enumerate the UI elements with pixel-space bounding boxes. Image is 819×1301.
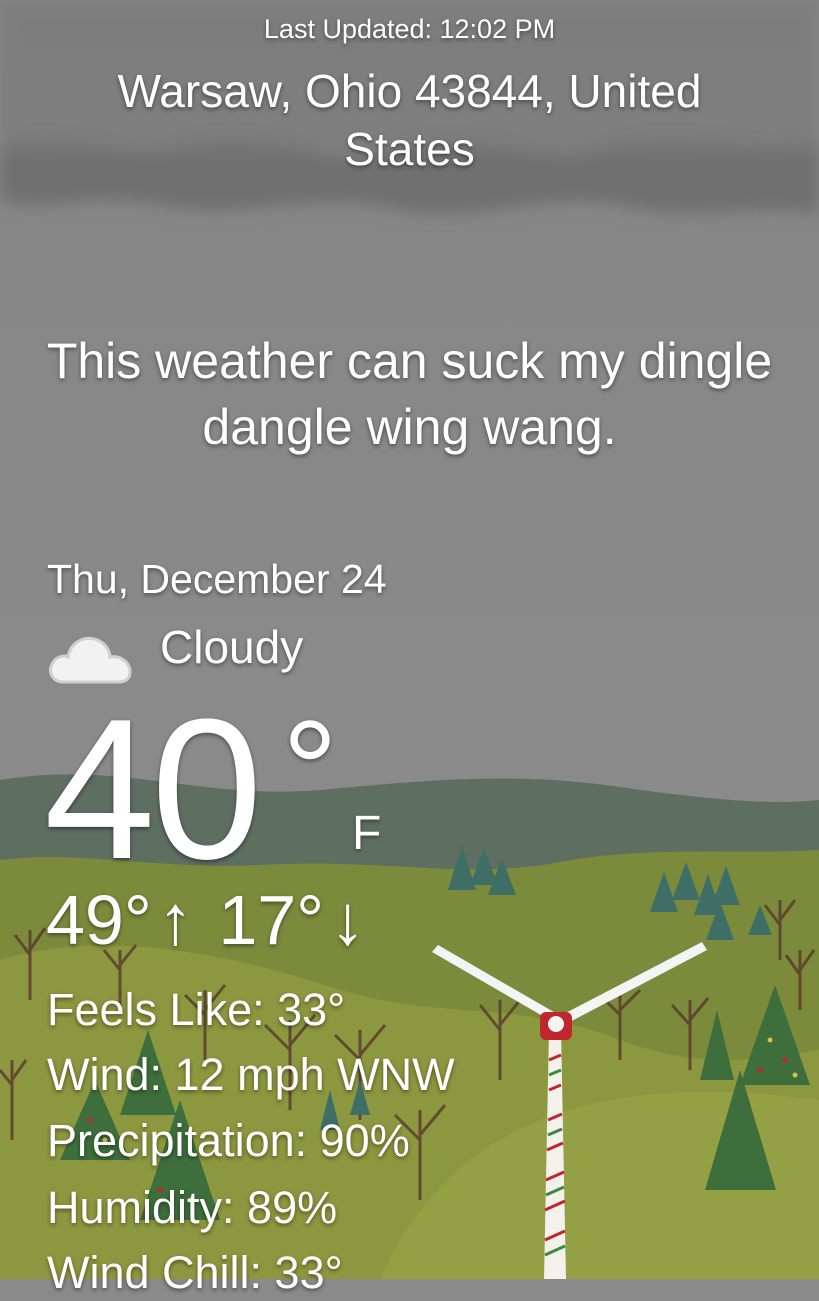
current-date: Thu, December 24 [47,556,387,602]
temperature-unit: F [352,807,382,860]
temperature-degree-symbol: ° [282,691,338,848]
low-temperature: 17° [218,881,325,959]
wind-text: Wind: 12 mph WNW [47,1049,455,1100]
weather-message: This weather can suck my dingle dangle w… [46,333,773,455]
high-temperature: 49° [46,881,152,959]
high-low-temperatures: 49°↑ 17°↓ [46,880,371,960]
feels-like-text: Feels Like: 33° [47,984,346,1035]
wind-chill-text: Wind Chill: 33° [47,1247,343,1298]
current-temperature: 40 [44,678,262,901]
location-title[interactable]: Warsaw, Ohio 43844, United States [70,62,749,178]
precipitation-text: Precipitation: 90% [47,1115,410,1166]
condition-text: Cloudy [160,621,304,673]
last-updated-text: Last Updated: 12:02 PM [263,14,556,44]
arrow-up-icon: ↑ [157,881,193,959]
arrow-down-icon: ↓ [330,881,366,959]
humidity-text: Humidity: 89% [47,1182,338,1233]
